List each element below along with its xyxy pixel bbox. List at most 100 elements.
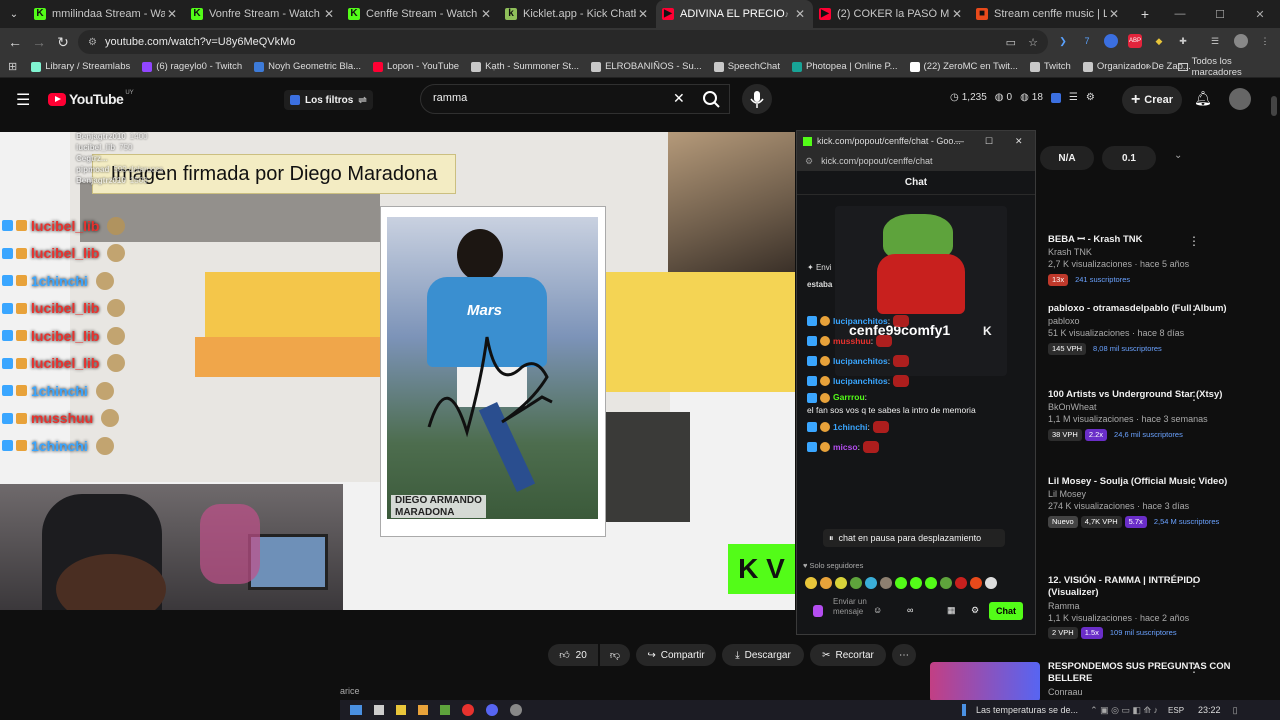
popup-minimize[interactable]: — [955,136,964,146]
emote-1[interactable] [805,577,817,589]
chat-username[interactable]: lucipanchitos [833,375,888,388]
extension-icon-5[interactable]: ◆ [1152,34,1166,48]
like-button[interactable]: 👍︎ 20 [548,644,598,666]
bookmark-item[interactable]: Lopon - YouTube [373,61,459,72]
emote-9[interactable] [925,577,937,589]
rec-more-icon[interactable]: ⋮ [1188,575,1200,589]
tab-close-icon[interactable]: ✕ [322,7,336,21]
share-button[interactable]: ↪ Compartir [636,644,716,666]
voice-search-button[interactable] [742,84,772,114]
forward-icon[interactable]: → [27,34,51,50]
chat-username[interactable]: micso [833,441,858,454]
back-icon[interactable]: ← [3,34,27,50]
clear-search-icon[interactable]: ✕ [673,90,685,107]
site-info-icon[interactable]: ⚙ [88,37,97,48]
taskbar-app-3[interactable] [396,705,406,715]
chat-username[interactable]: 1chinchi [833,421,867,434]
dropdown-chevron-icon[interactable]: ⌄ [1174,150,1182,161]
profile-avatar[interactable] [1234,34,1248,48]
account-avatar[interactable] [1229,88,1251,110]
rec-more-icon[interactable]: ⋮ [1188,476,1200,490]
pill-a[interactable]: N/A [1040,146,1094,170]
emote-picker-icon[interactable]: ☺ [873,605,882,615]
youtube-logo[interactable]: YouTube UY [48,90,134,107]
emote-2[interactable] [820,577,832,589]
bookmark-star-icon[interactable]: ☆ [1028,36,1038,49]
emote-3[interactable] [835,577,847,589]
bookmark-item[interactable]: Twitch [1029,61,1071,72]
emote-6[interactable] [880,577,892,589]
tab-search-icon[interactable]: ⌄ [0,9,28,20]
chrome-menu-icon[interactable]: ⋮ [1258,34,1272,48]
emote-10[interactable] [940,577,952,589]
weather-text[interactable]: Las temperaturas se de... [976,705,1078,715]
emote-7[interactable] [895,577,907,589]
store-icon[interactable]: ▦ [947,605,956,616]
rec-more-icon[interactable]: ⋮ [1188,303,1200,317]
bookmarks-overflow-icon[interactable]: » [1146,61,1151,72]
rec-thumbnail-6[interactable] [930,662,1040,702]
bookmark-item[interactable]: (22) ZeroMC en Twit... [909,61,1018,72]
emote-11[interactable] [955,577,967,589]
tab-close-icon[interactable]: ✕ [165,7,179,21]
taskbar-app-1[interactable] [350,705,362,715]
download-button[interactable]: ⤓ Descargar [722,644,804,666]
recommendation-item[interactable]: BEBA ꟷ - Krash TNK Krash TNK 2,7 K visuali… [1048,234,1248,286]
video-player[interactable]: Imagen firmada por Diego Maradona Benjag… [0,132,795,610]
extensions-puzzle-icon[interactable]: ✚ [1176,34,1190,48]
browser-tab[interactable]: ▶ ADIVINA EL PRECIO ft el chat♪✕ [656,0,813,28]
users-icon[interactable]: ∞ [907,605,913,615]
browser-tab[interactable]: ▶ (2) COKER la PASÓ MUY MAL c✕ [813,0,970,28]
popup-close[interactable]: ✕ [1015,136,1023,147]
chat-username[interactable]: Garrrou [833,391,865,404]
chat-username[interactable]: musshuu [833,335,871,348]
scrollbar-thumb[interactable] [1271,96,1277,116]
browser-tab[interactable]: Kmmilindaa Stream - Watch L✕ [28,0,185,28]
minimize-button[interactable]: — [1160,8,1200,20]
rec-more-icon[interactable]: ⋮ [1188,661,1200,675]
recommendation-item[interactable]: RESPONDEMOS SUS PREGUNTAS CON BELLERE Con… [1048,661,1248,698]
hamburger-menu-icon[interactable]: ☰ [16,90,30,110]
emote-13[interactable] [985,577,997,589]
adblock-icon[interactable]: ABP [1128,34,1142,48]
tab-close-icon[interactable]: ✕ [793,7,807,21]
extension-icon-1[interactable]: ❯ [1056,34,1070,48]
taskbar-chrome-icon[interactable] [462,704,474,716]
bookmark-item[interactable]: Organizador De Zap... [1082,61,1191,72]
bookmark-item[interactable]: Kạth - Summoner St... [471,61,579,72]
chat-send-button[interactable]: Chat [989,602,1023,620]
bookmark-item[interactable]: Library / Streamlabs [31,61,130,72]
browser-tab[interactable]: ■ Stream cenffe music | Listen to✕ [970,0,1127,28]
tab-close-icon[interactable]: ✕ [950,7,964,21]
reload-icon[interactable]: ↻ [51,34,75,51]
pill-b[interactable]: 0.1 [1102,146,1156,170]
search-input[interactable]: ramma ✕ [420,84,730,114]
all-bookmarks-link[interactable]: Todos los marcadores [1178,56,1280,78]
taskbar-app-8[interactable] [510,704,522,716]
apps-grid-icon[interactable]: ⊞ [8,60,17,73]
rec-more-icon[interactable]: ⋮ [1188,234,1200,248]
cast-icon[interactable]: ▭ [1006,36,1016,49]
emote-5[interactable] [865,577,877,589]
chat-settings-icon[interactable]: ⚙ [971,605,979,616]
language-indicator[interactable]: ESP [1168,706,1184,715]
popup-maximize[interactable]: ☐ [985,136,993,147]
notifications-bell-icon[interactable]: 🔔︎ [1194,90,1212,107]
browser-tab[interactable]: K Cenffe Stream - Watch Live on✕ [342,0,499,28]
stats-widget[interactable]: ◷ 1,235 ◍ 0 ◍ 18 ☰ ⚙ [950,92,1095,103]
more-actions-button[interactable]: ⋯ [892,644,916,666]
tray-icons[interactable]: ⌃ ▣ ◎ ▭ ◧ ⟰ ♪ [1090,705,1158,716]
bookmark-item[interactable]: Noyh Geometric Bla... [254,61,361,72]
create-button[interactable]: + Crear [1122,86,1182,114]
bookmark-item[interactable]: (6) rageylo0 - Twitch [142,61,242,72]
rec-more-icon[interactable]: ⋮ [1188,389,1200,403]
emote-12[interactable] [970,577,982,589]
tab-close-icon[interactable]: ✕ [636,7,650,21]
recommendation-item[interactable]: Lil Mosey - Soulja (Official Music Video… [1048,476,1248,528]
chat-username[interactable]: lucipanchitos [833,355,888,368]
recommendation-item[interactable]: pabloxo - otramasdelpablo (Full Album) pa… [1048,303,1248,355]
browser-tab[interactable]: k Kicklet.app - Kick Chatbot and✕ [499,0,656,28]
clip-button[interactable]: ✂ Recortar [810,644,886,666]
bookmark-item[interactable]: Photopea | Online P... [791,61,898,72]
url-bar[interactable]: ⚙ youtube.com/watch?v=U8y6MeQVkMo ▭ ☆ [78,30,1048,54]
